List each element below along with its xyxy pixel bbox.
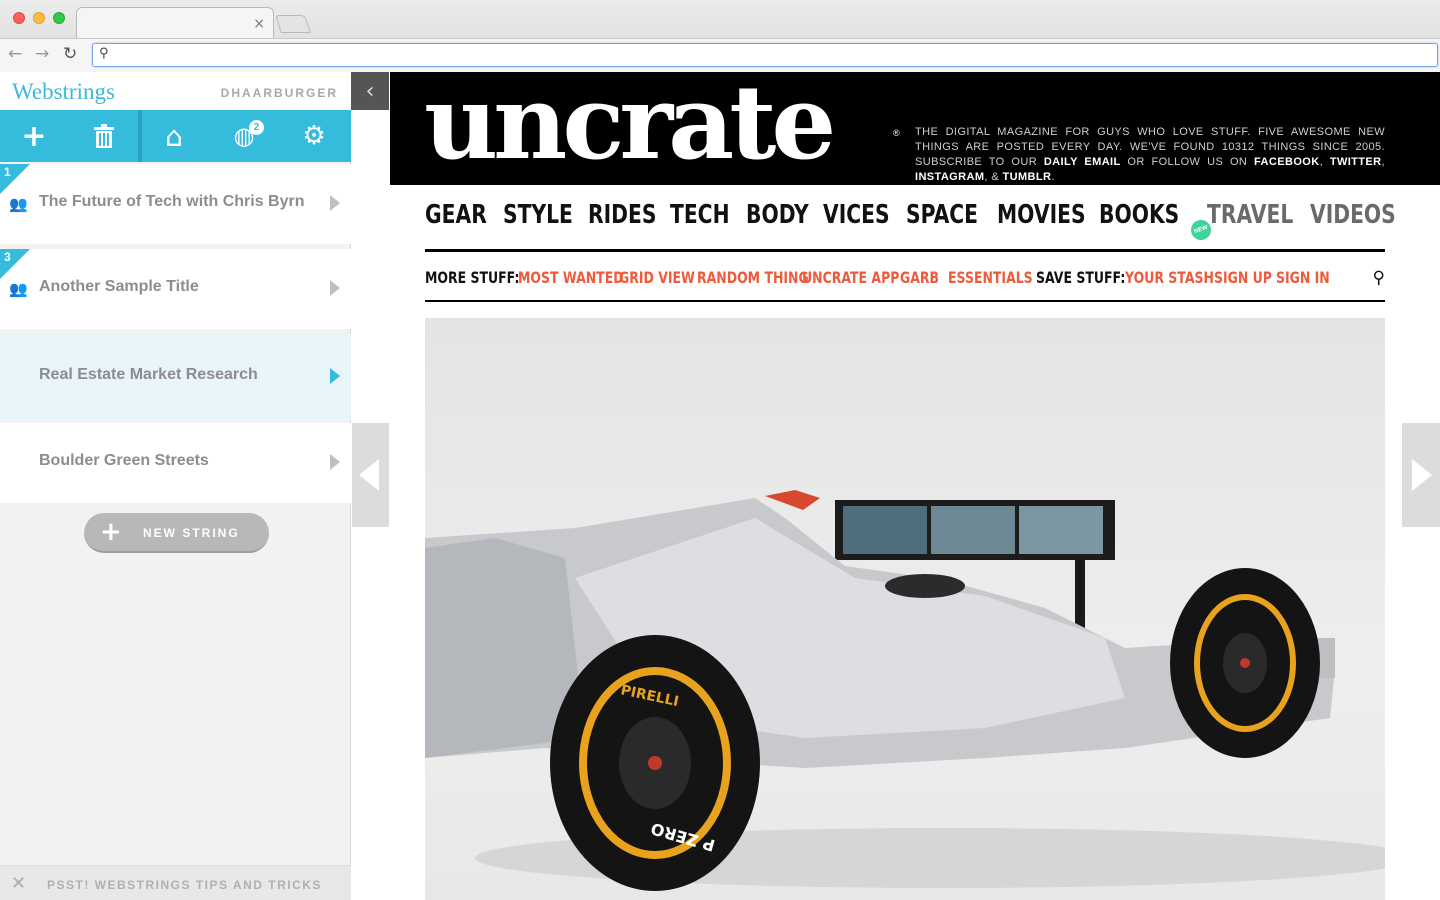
nav-tech[interactable]: TECH xyxy=(670,200,730,230)
link-random-thing[interactable]: RANDOM THING xyxy=(697,268,809,287)
string-title: Boulder Green Streets xyxy=(39,452,209,469)
browser-toolbar: ← → ↻ ⚲ xyxy=(0,38,1440,72)
nav-books[interactable]: BOOKS xyxy=(1099,200,1179,230)
save-stuff-label: SAVE STUFF: xyxy=(1036,268,1126,287)
shared-people-icon: 👥 xyxy=(9,195,28,213)
nav-style[interactable]: STYLE xyxy=(503,200,573,230)
facebook-link[interactable]: FACEBOOK xyxy=(1254,156,1320,168)
sidebar-header: Webstrings DHAARBURGER xyxy=(0,72,351,110)
site-tagline: THE DIGITAL MAGAZINE FOR GUYS WHO LOVE S… xyxy=(915,126,1385,183)
nav-gear[interactable]: GEAR xyxy=(425,200,487,230)
window-close-button[interactable] xyxy=(13,12,25,24)
link-uncrate-app[interactable]: UNCRATE APP xyxy=(802,268,899,287)
tab-close-icon[interactable]: × xyxy=(253,16,265,32)
webstrings-logo: Webstrings xyxy=(12,79,115,104)
twitter-link[interactable]: TWITTER xyxy=(1330,156,1382,168)
link-essentials[interactable]: ESSENTIALS xyxy=(948,268,1033,287)
instagram-link[interactable]: INSTAGRAM xyxy=(915,171,984,183)
tagline-follow-text: OR FOLLOW US ON xyxy=(1127,156,1248,168)
chevron-right-icon[interactable] xyxy=(330,368,340,384)
nav-rides[interactable]: RIDES xyxy=(588,200,656,230)
plus-icon: + xyxy=(100,517,122,547)
notification-badge: 2 xyxy=(249,120,264,135)
add-icon[interactable]: + xyxy=(0,110,68,162)
reload-icon[interactable]: ↻ xyxy=(63,44,77,64)
link-garb[interactable]: GARB xyxy=(900,268,939,287)
link-grid-view[interactable]: GRID VIEW xyxy=(619,268,695,287)
nav-vices[interactable]: VICES xyxy=(823,200,890,230)
forward-arrow-icon[interactable]: → xyxy=(35,44,49,64)
username[interactable]: DHAARBURGER xyxy=(221,86,338,100)
string-number: 1 xyxy=(4,165,11,179)
tips-label: PSST! WEBSTRINGS TIPS AND TRICKS xyxy=(47,878,322,892)
trash-icon[interactable] xyxy=(70,110,138,162)
shared-people-icon: 👥 xyxy=(9,280,28,298)
tumblr-link[interactable]: TUMBLR xyxy=(1003,171,1052,183)
nav-movies[interactable]: MOVIES xyxy=(997,200,1086,230)
search-icon[interactable]: ⚲ xyxy=(1373,268,1385,288)
globe-icon[interactable]: ◍ 2 xyxy=(208,110,280,162)
tips-bar[interactable]: ✕ PSST! WEBSTRINGS TIPS AND TRICKS xyxy=(0,865,351,900)
trash-icon-glyph xyxy=(94,124,114,148)
new-string-button[interactable]: + NEW STRING xyxy=(84,513,269,553)
uncrate-page: uncrate ® THE DIGITAL MAGAZINE FOR GUYS … xyxy=(352,72,1440,900)
string-item[interactable]: 1 👥 The Future of Tech with Chris Byrn xyxy=(0,164,351,244)
string-title: Another Sample Title xyxy=(39,278,199,295)
string-title: The Future of Tech with Chris Byrn xyxy=(39,193,305,210)
uncrate-logo[interactable]: uncrate xyxy=(424,72,836,174)
address-bar[interactable]: ⚲ xyxy=(92,43,1438,67)
chevron-right-icon[interactable] xyxy=(330,454,340,470)
home-icon[interactable]: ⌂ xyxy=(142,110,206,162)
main-nav: GEAR STYLE RIDES TECH BODY VICES SPACE M… xyxy=(425,200,1396,252)
daily-email-link[interactable]: DAILY EMAIL xyxy=(1044,156,1121,168)
collapse-sidebar-button[interactable]: ‹ xyxy=(351,72,389,110)
nav-videos[interactable]: VIDEOS xyxy=(1310,200,1396,230)
string-item[interactable]: Boulder Green Streets xyxy=(0,423,351,503)
browser-tab[interactable]: × xyxy=(76,7,274,39)
site-header: uncrate ® THE DIGITAL MAGAZINE FOR GUYS … xyxy=(390,72,1440,185)
registered-mark: ® xyxy=(893,128,900,138)
f1-simulator-illustration: PIRELLI P ZERO xyxy=(425,490,1385,891)
link-most-wanted[interactable]: MOST WANTED xyxy=(518,268,624,287)
more-stuff-label: MORE STUFF: xyxy=(425,268,520,287)
chevron-right-icon[interactable] xyxy=(330,280,340,296)
gear-icon[interactable]: ⚙ xyxy=(280,110,348,162)
search-icon: ⚲ xyxy=(99,46,109,61)
link-sign-up[interactable]: SIGN UP xyxy=(1214,268,1272,287)
browser-chrome: × ← → ↻ ⚲ xyxy=(0,0,1440,72)
previous-page-arrow[interactable] xyxy=(352,423,389,527)
nav-space[interactable]: SPACE xyxy=(906,200,978,230)
chevron-right-icon[interactable] xyxy=(330,195,340,211)
nav-body[interactable]: BODY xyxy=(746,200,809,230)
new-tab-button[interactable] xyxy=(275,15,311,33)
webstrings-sidebar: Webstrings DHAARBURGER + ⌂ ◍ 2 ⚙ 1 👥 The… xyxy=(0,72,351,900)
link-sign-in[interactable]: SIGN IN xyxy=(1276,268,1330,287)
close-icon[interactable]: ✕ xyxy=(11,873,26,894)
string-item[interactable]: 3 👥 Another Sample Title xyxy=(0,249,351,329)
next-page-arrow[interactable] xyxy=(1402,423,1440,527)
tagline-amp: & xyxy=(991,171,1000,183)
sub-nav: MORE STUFF: MOST WANTED GRID VIEW RANDOM… xyxy=(425,258,1385,302)
nav-travel[interactable]: TRAVEL xyxy=(1207,200,1293,230)
link-your-stash[interactable]: YOUR STASH xyxy=(1125,268,1214,287)
window-zoom-button[interactable] xyxy=(53,12,65,24)
string-title: Real Estate Market Research xyxy=(39,366,258,383)
window-minimize-button[interactable] xyxy=(33,12,45,24)
string-number: 3 xyxy=(4,250,11,264)
sidebar-toolbar: + ⌂ ◍ 2 ⚙ xyxy=(0,110,351,162)
string-item-active[interactable]: Real Estate Market Research xyxy=(0,334,351,420)
new-string-label: NEW STRING xyxy=(143,526,240,540)
hero-image[interactable]: PIRELLI P ZERO xyxy=(425,318,1385,900)
back-arrow-icon[interactable]: ← xyxy=(8,44,22,64)
